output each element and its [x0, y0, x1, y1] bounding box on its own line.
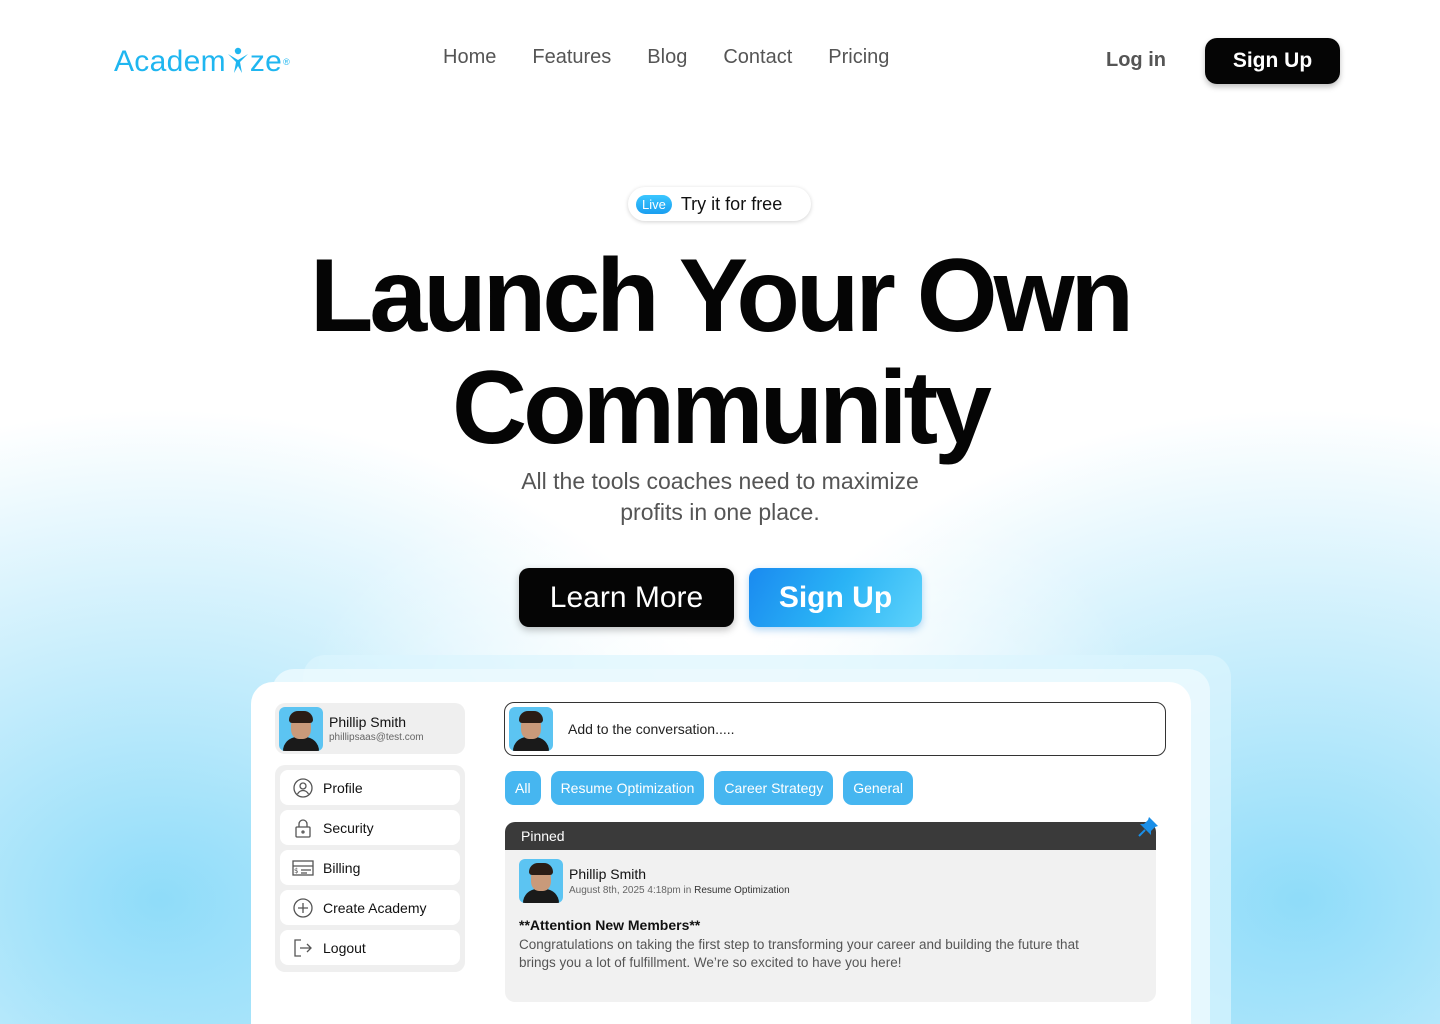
- post-date: August 8th, 2025 4:18pm in: [569, 885, 692, 896]
- post-author: Phillip Smith: [569, 866, 647, 882]
- pin-icon: [1137, 816, 1159, 838]
- post-body: Congratulations on taking the first step…: [519, 937, 1079, 970]
- menu-item-label: Security: [323, 819, 374, 836]
- avatar: [509, 707, 553, 751]
- hero-subtitle: All the tools coaches need to maximize p…: [470, 466, 970, 528]
- brand-logo[interactable]: Academ ze ®: [114, 42, 290, 82]
- try-free-text: Try it for free: [680, 193, 783, 214]
- post-category: Resume Optimization: [694, 885, 790, 896]
- svg-text:$: $: [294, 867, 298, 875]
- try-free-badge[interactable]: Live Try it for free: [628, 187, 811, 221]
- conversation-placeholder: Add to the conversation.....: [568, 721, 735, 737]
- main-nav: Home Features Blog Contact Pricing: [443, 46, 889, 69]
- hero-subtitle-line2: profits in one place.: [620, 499, 820, 525]
- hero-title-line1: Launch Your Own: [309, 238, 1134, 354]
- plus-circle-icon: [292, 897, 314, 919]
- user-circle-icon: [292, 777, 314, 799]
- signup-button-header[interactable]: Sign Up: [1205, 38, 1340, 84]
- conversation-input[interactable]: Add to the conversation.....: [504, 702, 1166, 756]
- filter-general[interactable]: General: [843, 771, 914, 805]
- hero-subtitle-line1: All the tools coaches need to maximize: [521, 468, 919, 494]
- billing-icon: $: [292, 857, 314, 879]
- nav-home[interactable]: Home: [443, 46, 496, 69]
- menu-item-security[interactable]: Security: [280, 810, 460, 845]
- hero-title-line2: Community: [452, 350, 992, 466]
- menu-item-billing[interactable]: $ Billing: [280, 850, 460, 885]
- filter-resume-optimization[interactable]: Resume Optimization: [550, 771, 705, 805]
- logout-icon: [292, 937, 314, 959]
- avatar: [279, 706, 323, 751]
- menu-item-label: Billing: [323, 859, 361, 876]
- nav-contact[interactable]: Contact: [723, 46, 792, 69]
- post-meta: August 8th, 2025 4:18pm in Resume Optimi…: [569, 885, 790, 896]
- filter-all[interactable]: All: [505, 771, 541, 805]
- menu-item-profile[interactable]: Profile: [280, 770, 460, 805]
- hero-title: Launch Your Own Community: [220, 240, 1220, 464]
- account-menu: Profile Security $ Billing Create Academ…: [275, 765, 465, 972]
- signup-button-hero[interactable]: Sign Up: [749, 568, 922, 627]
- learn-more-button[interactable]: Learn More: [519, 568, 734, 627]
- pinned-label: Pinned: [505, 822, 1156, 850]
- live-badge: Live: [636, 194, 672, 214]
- menu-item-label: Create Academy: [323, 899, 427, 916]
- nav-pricing[interactable]: Pricing: [828, 46, 889, 69]
- filter-career-strategy[interactable]: Career Strategy: [714, 771, 834, 805]
- login-link[interactable]: Log in: [1106, 49, 1166, 72]
- logo-registered-mark: ®: [283, 57, 291, 67]
- user-profile-card[interactable]: Phillip Smith phillipsaas@test.com: [275, 703, 465, 754]
- menu-item-label: Profile: [323, 779, 363, 796]
- nav-blog[interactable]: Blog: [647, 46, 687, 69]
- logo-text-left: Academ: [114, 45, 226, 78]
- user-name: Phillip Smith: [329, 714, 407, 730]
- logo-text-right: ze: [249, 45, 283, 78]
- user-email: phillipsaas@test.com: [329, 732, 424, 743]
- category-filters: All Resume Optimization Career Strategy …: [505, 771, 914, 805]
- nav-features[interactable]: Features: [532, 46, 611, 69]
- menu-item-label: Logout: [323, 939, 366, 956]
- menu-item-logout[interactable]: Logout: [280, 930, 460, 965]
- pinned-post[interactable]: Pinned Phillip Smith August 8th, 2025 4:…: [505, 822, 1156, 1002]
- lock-icon: [292, 817, 314, 839]
- post-title: **Attention New Members**: [519, 917, 701, 933]
- logo-figure-icon: [227, 46, 249, 74]
- avatar: [519, 859, 563, 903]
- menu-item-create-academy[interactable]: Create Academy: [280, 890, 460, 925]
